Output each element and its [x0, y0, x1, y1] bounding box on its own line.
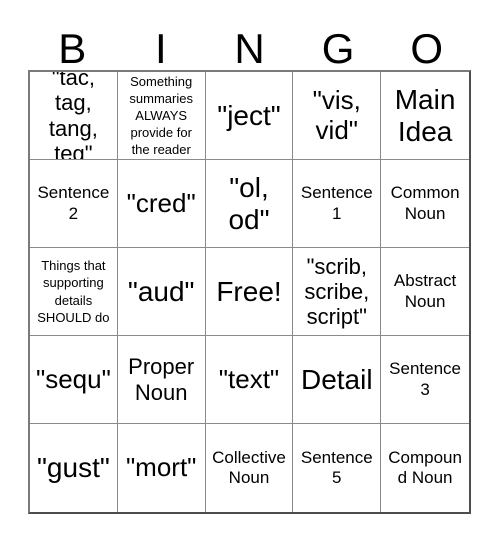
bingo-cell[interactable]: "text"	[205, 336, 294, 424]
bingo-cell[interactable]: "scrib, scribe, script"	[293, 248, 382, 336]
bingo-cell[interactable]: Something summaries ALWAYS provide for t…	[117, 72, 206, 160]
bingo-cell-label: Sentence 1	[300, 183, 373, 223]
bingo-cell[interactable]: Sentence 1	[293, 160, 382, 248]
bingo-cell[interactable]: Common Noun	[381, 160, 469, 248]
bingo-cell-label: Sentence 3	[389, 359, 462, 399]
bingo-header-letter-b: B	[58, 25, 87, 72]
bingo-cell-label: "text"	[218, 363, 280, 394]
bingo-cell[interactable]: "tac, tag, tang, teg"	[30, 72, 118, 160]
bingo-cell[interactable]: Compound Noun	[381, 424, 469, 512]
bingo-cell[interactable]: Abstract Noun	[381, 248, 469, 336]
bingo-cell-label: Main Idea	[394, 84, 456, 147]
bingo-cell-free[interactable]: Free!	[205, 248, 294, 336]
bingo-cell-label: Compound Noun	[388, 447, 462, 487]
bingo-cell-label: Sentence 2	[37, 183, 110, 223]
bingo-cell[interactable]: "vis, vid"	[293, 72, 382, 160]
bingo-header-row: B I N G O	[28, 14, 471, 70]
bingo-cell[interactable]: Sentence 3	[381, 336, 469, 424]
bingo-header-letter-i: I	[155, 25, 167, 72]
bingo-cell-label: "vis, vid"	[312, 85, 361, 145]
bingo-cell-label: Free!	[216, 275, 282, 307]
bingo-cell[interactable]: Sentence 5	[293, 424, 382, 512]
bingo-cell[interactable]: "aud"	[117, 248, 206, 336]
bingo-cell-label: Something summaries ALWAYS provide for t…	[129, 73, 193, 158]
bingo-cell-label: Collective Noun	[212, 447, 286, 487]
bingo-cell-label: Things that supporting details SHOULD do	[37, 258, 110, 325]
bingo-cell[interactable]: "gust"	[30, 424, 118, 512]
bingo-cell-label: "ol, od"	[228, 172, 270, 235]
bingo-cell-label: "scrib, scribe, script"	[304, 253, 370, 330]
bingo-cell-label: Sentence 5	[300, 447, 373, 487]
bingo-cell[interactable]: "ol, od"	[205, 160, 294, 248]
bingo-cell[interactable]: Things that supporting details SHOULD do	[30, 248, 118, 336]
bingo-cell[interactable]: Proper Noun	[117, 336, 206, 424]
bingo-cell[interactable]: "mort"	[117, 424, 206, 512]
bingo-cell-label: Detail	[300, 363, 373, 395]
bingo-grid: "tac, tag, tang, teg" Something summaries…	[28, 70, 471, 514]
bingo-header-letter-n: N	[234, 25, 265, 72]
bingo-cell-label: "mort"	[125, 452, 197, 483]
bingo-cell-label: Abstract Noun	[393, 271, 457, 311]
bingo-header-letter-o: O	[410, 25, 443, 72]
bingo-cell[interactable]: Detail	[293, 336, 382, 424]
bingo-card: B I N G O "tac, tag, tang, teg" Something…	[0, 0, 500, 544]
bingo-cell-label: Proper Noun	[128, 354, 195, 405]
bingo-cell-label: "cred"	[126, 187, 196, 218]
bingo-cell-label: "tac, tag, tang, teg"	[48, 72, 98, 160]
bingo-cell-label: "aud"	[127, 275, 195, 307]
bingo-cell[interactable]: "ject"	[205, 72, 294, 160]
bingo-cell[interactable]: Main Idea	[381, 72, 469, 160]
bingo-cell-label: "sequ"	[35, 363, 111, 394]
bingo-cell[interactable]: Sentence 2	[30, 160, 118, 248]
bingo-cell[interactable]: Collective Noun	[205, 424, 294, 512]
bingo-cell-label: Common Noun	[390, 183, 460, 223]
bingo-cell[interactable]: "sequ"	[30, 336, 118, 424]
bingo-cell[interactable]: "cred"	[117, 160, 206, 248]
bingo-cell-label: "ject"	[217, 99, 281, 131]
bingo-header-letter-g: G	[321, 25, 355, 72]
bingo-cell-label: "gust"	[36, 452, 110, 484]
